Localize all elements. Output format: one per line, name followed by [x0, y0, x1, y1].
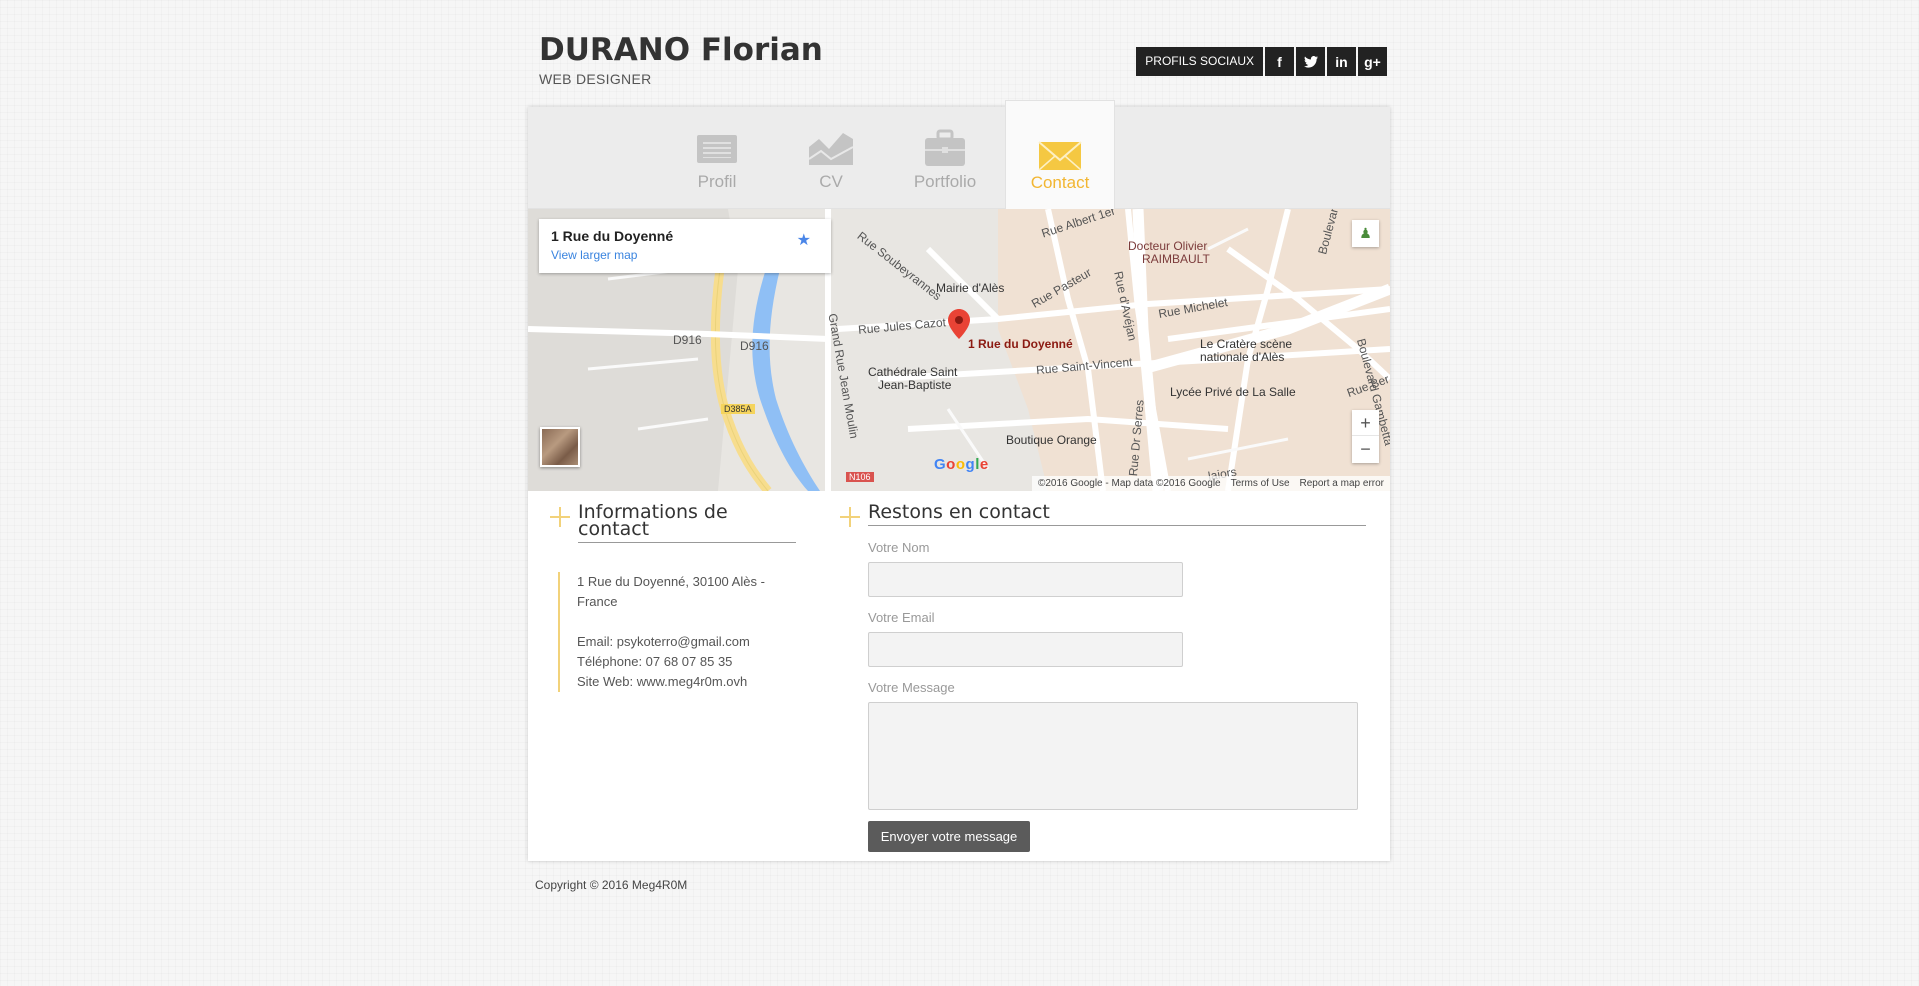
- contact-form-title: Restons en contact: [868, 503, 1366, 526]
- social-profiles: PROFILS SOCIAUX f in g+: [1136, 47, 1387, 76]
- site-subtitle: WEB DESIGNER: [539, 71, 652, 87]
- tab-portfolio[interactable]: Portfolio: [890, 107, 1000, 209]
- map-label: Lycée Privé de La Salle: [1170, 385, 1296, 399]
- tab-profil[interactable]: Profil: [662, 107, 772, 209]
- save-star-icon[interactable]: ★: [797, 230, 811, 250]
- map-label: N106: [846, 472, 874, 482]
- map-card-address: 1 Rue du Doyenné: [551, 228, 674, 244]
- facebook-icon[interactable]: f: [1265, 47, 1294, 76]
- map-label: RAIMBAULT: [1142, 252, 1210, 266]
- map-label: Docteur Olivier: [1128, 239, 1208, 253]
- email-label: Votre Email: [868, 610, 935, 625]
- map-label: D916: [673, 333, 702, 347]
- contact-phone: Téléphone: 07 68 07 85 35: [577, 654, 733, 669]
- name-label: Votre Nom: [868, 540, 930, 555]
- contact-info-title: Informations de contact: [578, 503, 796, 543]
- terms-of-use-link[interactable]: Terms of Use: [1231, 476, 1290, 491]
- contact-email: Email: psykoterro@gmail.com: [577, 634, 750, 649]
- page-wrapper: DURANO Florian WEB DESIGNER PROFILS SOCI…: [528, 0, 1390, 986]
- report-map-error-link[interactable]: Report a map error: [1300, 476, 1384, 491]
- tab-contact[interactable]: Contact: [1005, 100, 1115, 210]
- message-field[interactable]: [868, 702, 1358, 810]
- twitter-bird-icon: [1303, 55, 1318, 68]
- plus-icon: [840, 507, 860, 527]
- map-label: Mairie d'Alès: [936, 281, 1005, 295]
- map-label: Boutique Orange: [1006, 433, 1097, 447]
- map-label: D916: [740, 339, 769, 353]
- site-header: DURANO Florian WEB DESIGNER: [539, 30, 823, 87]
- tab-label: Portfolio: [913, 172, 977, 191]
- message-label: Votre Message: [868, 680, 955, 695]
- linkedin-icon[interactable]: in: [1327, 47, 1356, 76]
- zoom-out-icon[interactable]: −: [1352, 436, 1379, 462]
- google-plus-icon[interactable]: g+: [1358, 47, 1387, 76]
- contact-form: Restons en contact Votre Nom Votre Email…: [840, 503, 1366, 852]
- send-message-button[interactable]: Envoyer votre message: [868, 821, 1030, 852]
- zoom-controls: + −: [1352, 410, 1379, 463]
- marker-label: 1 Rue du Doyenné: [968, 337, 1073, 351]
- main-card: Profil CV Portfolio Contact Rue Albert 1…: [528, 100, 1390, 861]
- profile-icon: [697, 135, 737, 163]
- tab-label: Profil: [697, 172, 737, 191]
- name-field[interactable]: [868, 562, 1183, 597]
- email-field[interactable]: [868, 632, 1183, 667]
- view-larger-map-link[interactable]: View larger map: [551, 248, 819, 262]
- tab-label: CV: [819, 172, 843, 191]
- briefcase-icon: [925, 129, 965, 166]
- map-label: Cathédrale Saint: [868, 365, 958, 379]
- map-label: nationale d'Alès: [1200, 350, 1285, 364]
- contact-website: Site Web: www.meg4r0m.ovh: [577, 674, 748, 689]
- site-title[interactable]: DURANO Florian: [539, 30, 823, 70]
- map-pin-icon[interactable]: [948, 309, 970, 345]
- contact-address: 1 Rue du Doyenné, 30100 Alès - France: [577, 574, 765, 609]
- social-profiles-label: PROFILS SOCIAUX: [1136, 47, 1263, 76]
- chart-icon: [809, 133, 853, 165]
- contact-info-section: Informations de contact 1 Rue du Doyenné…: [550, 503, 796, 692]
- map-label: Le Cratère scène: [1200, 337, 1293, 351]
- map-label: Jean-Baptiste: [878, 378, 952, 392]
- copyright: Copyright © 2016 Meg4R0M: [535, 878, 688, 892]
- plus-icon: [550, 507, 570, 527]
- envelope-icon: [1038, 141, 1082, 171]
- google-plus-glyph: g+: [1364, 53, 1381, 70]
- facebook-glyph: f: [1277, 53, 1282, 70]
- map-data-credit: ©2016 Google - Map data ©2016 Google: [1037, 478, 1221, 489]
- twitter-icon[interactable]: [1296, 47, 1325, 76]
- tab-label: Contact: [1030, 173, 1090, 192]
- main-nav: Profil CV Portfolio Contact: [528, 100, 1390, 210]
- pegman-icon[interactable]: ♟: [1352, 220, 1379, 247]
- map-footer: ©2016 Google - Map data ©2016 Google Ter…: [1031, 476, 1390, 491]
- google-logo: Google: [934, 456, 989, 473]
- contact-info-body: 1 Rue du Doyenné, 30100 Alès - France Em…: [558, 572, 778, 692]
- map-info-card: 1 Rue du Doyenné View larger map ★: [539, 219, 831, 273]
- map-label: D385A: [721, 404, 755, 414]
- linkedin-glyph: in: [1335, 53, 1348, 70]
- google-map[interactable]: Rue Albert 1er Docteur Olivier RAIMBAULT…: [528, 209, 1390, 491]
- zoom-in-icon[interactable]: +: [1352, 410, 1379, 436]
- satellite-toggle[interactable]: [540, 427, 580, 467]
- tab-cv[interactable]: CV: [776, 107, 886, 209]
